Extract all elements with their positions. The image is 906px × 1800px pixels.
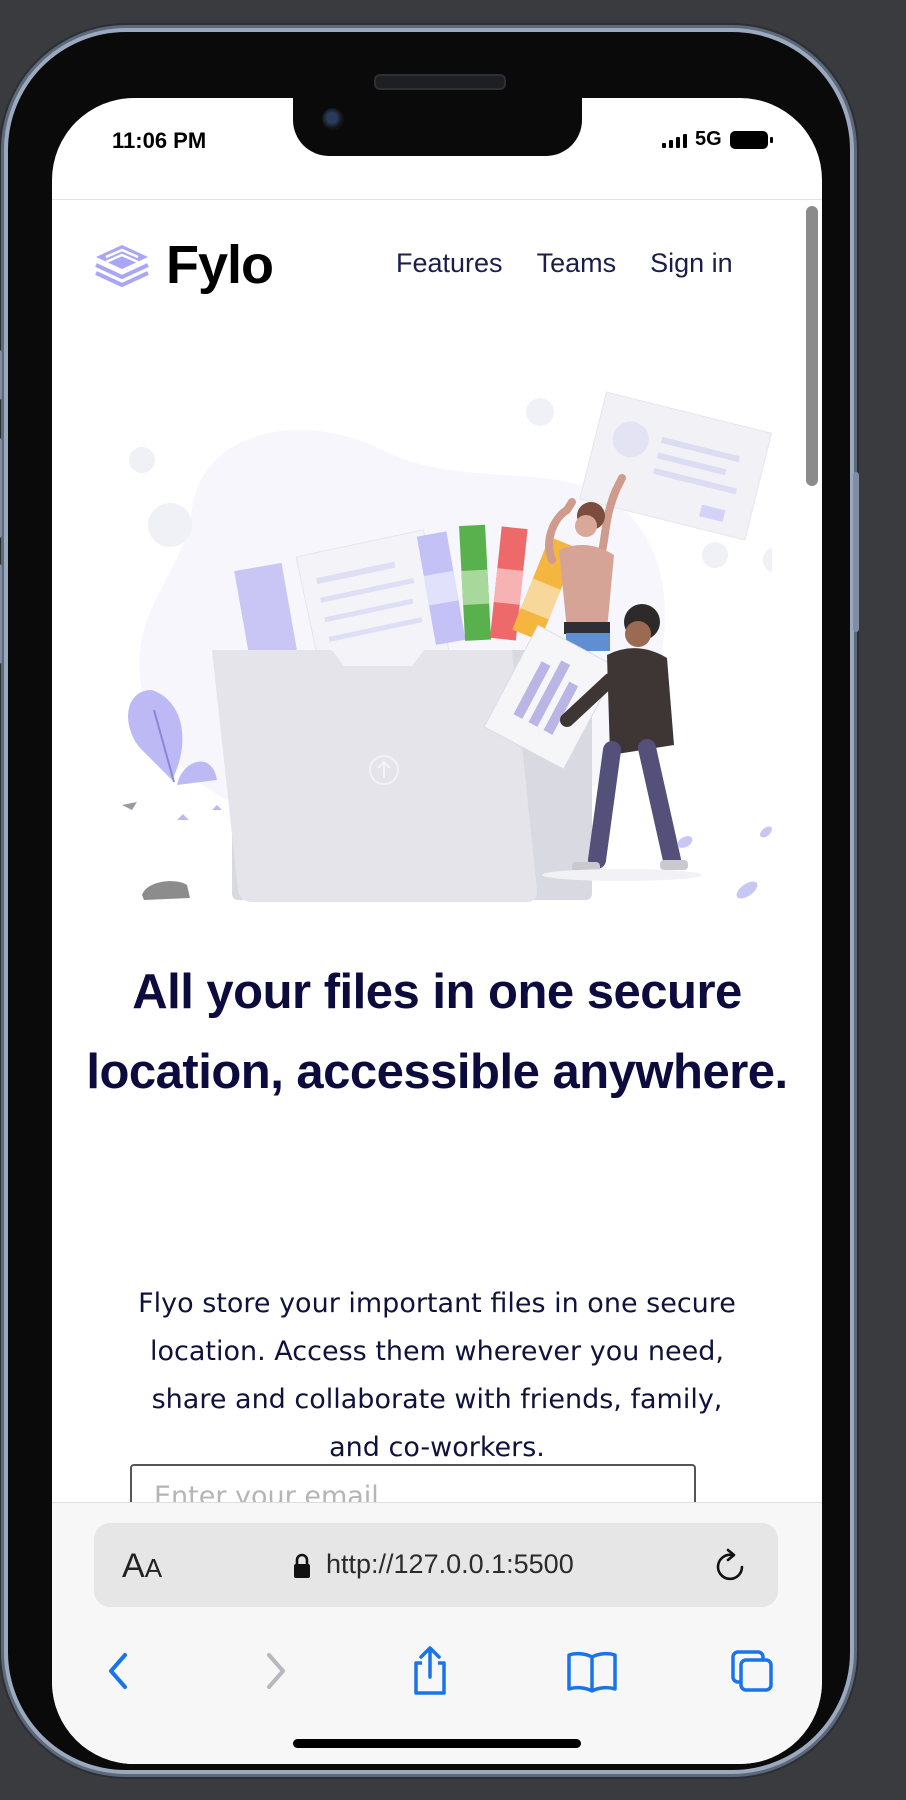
hero-illustration bbox=[122, 391, 772, 902]
page-scrollbar[interactable] bbox=[806, 206, 818, 486]
logo-text: Fylo bbox=[166, 235, 274, 295]
book-icon bbox=[567, 1651, 617, 1693]
site-logo[interactable]: Fylo bbox=[92, 234, 274, 296]
nav-features[interactable]: Features bbox=[396, 248, 503, 279]
hero-headline: All your files in one secure location, a… bbox=[86, 965, 788, 1099]
home-indicator[interactable] bbox=[293, 1739, 581, 1748]
bookmarks-button[interactable] bbox=[562, 1643, 622, 1699]
share-icon bbox=[414, 1646, 446, 1695]
email-input[interactable] bbox=[130, 1464, 696, 1502]
hero-subtext: Flyo store your important files in one s… bbox=[138, 1288, 736, 1463]
reload-icon[interactable] bbox=[712, 1545, 750, 1585]
battery-icon bbox=[729, 130, 773, 149]
tabs-icon bbox=[731, 1650, 773, 1692]
phone-screen: 11:06 PM 5G Fylo Features Teams Sign in … bbox=[52, 98, 822, 1764]
url-text: http://127.0.0.1:5500 bbox=[326, 1549, 574, 1579]
stack-layers-icon bbox=[95, 245, 149, 287]
text-size-button[interactable]: AA bbox=[122, 1547, 162, 1586]
chevron-right-icon bbox=[267, 1653, 285, 1689]
browser-toolbar: AA http://127.0.0.1:5500 bbox=[52, 1502, 822, 1764]
phone-frame: 11:06 PM 5G Fylo Features Teams Sign in … bbox=[0, 32, 859, 1770]
status-time: 11:06 PM bbox=[112, 128, 207, 153]
signal-icon bbox=[662, 132, 687, 148]
web-content[interactable]: Fylo Features Teams Sign in All your fil… bbox=[52, 200, 822, 1502]
power-button bbox=[853, 472, 859, 632]
nav-sign-in[interactable]: Sign in bbox=[650, 248, 733, 279]
address-bar[interactable]: AA http://127.0.0.1:5500 bbox=[94, 1523, 778, 1607]
lock-icon bbox=[294, 1553, 310, 1578]
tabs-button[interactable] bbox=[724, 1643, 780, 1699]
volume-up-button bbox=[0, 438, 2, 538]
volume-down-button bbox=[0, 564, 2, 664]
forward-button[interactable] bbox=[248, 1643, 304, 1699]
nav-teams[interactable]: Teams bbox=[537, 248, 617, 279]
toolbar-buttons bbox=[52, 1643, 822, 1699]
chevron-left-icon bbox=[109, 1653, 127, 1689]
status-indicators: 5G bbox=[662, 128, 773, 151]
front-camera bbox=[322, 108, 344, 130]
share-button[interactable] bbox=[402, 1643, 458, 1699]
main-nav: Features Teams Sign in bbox=[396, 248, 733, 279]
network-type: 5G bbox=[695, 128, 722, 150]
silent-switch bbox=[0, 350, 2, 400]
back-button[interactable] bbox=[90, 1643, 146, 1699]
earpiece-speaker bbox=[374, 74, 506, 90]
